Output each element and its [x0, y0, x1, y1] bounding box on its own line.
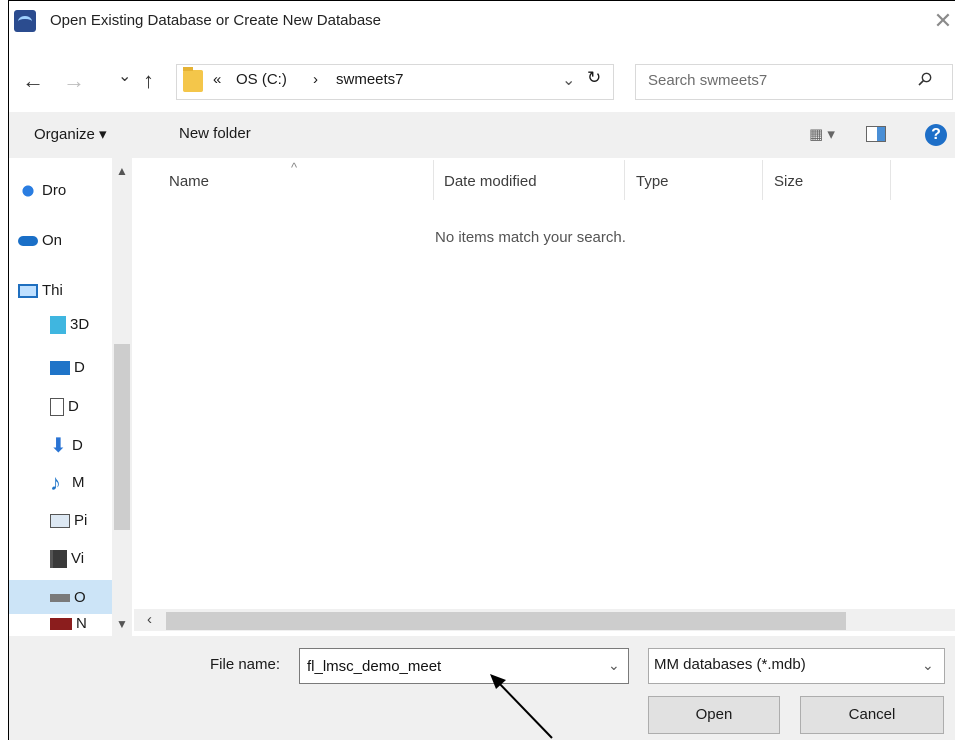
sidebar-item-downloads[interactable]: ⬇ D	[50, 431, 112, 461]
window-title: Open Existing Database or Create New Dat…	[50, 12, 382, 29]
back-arrow-icon[interactable]: ←	[22, 70, 44, 92]
desktop-icon	[50, 361, 70, 376]
sidebar-item-sd-card[interactable]: N	[50, 614, 112, 634]
cancel-button[interactable]: Cancel	[800, 696, 944, 734]
breadcrumb-os-c[interactable]: OS (C:)	[236, 71, 287, 88]
pictures-icon	[50, 514, 70, 529]
sidebar-item-pictures[interactable]: Pi	[50, 506, 112, 536]
sidebar-item-label: D	[68, 398, 79, 415]
app-icon	[14, 10, 36, 32]
sidebar-item-os-drive[interactable]: O	[50, 583, 112, 613]
file-name-label: File name:	[210, 656, 281, 673]
drive-icon	[50, 594, 70, 603]
sidebar-item-label: D	[72, 437, 83, 454]
file-name-dropdown-icon[interactable]: ⌄	[608, 657, 620, 674]
documents-icon	[50, 398, 64, 417]
breadcrumb-separator: ›	[313, 71, 318, 88]
sidebar-item-this-pc[interactable]: Thi	[18, 276, 118, 306]
search-placeholder: Search swmeets7	[648, 72, 768, 89]
dropbox-icon	[18, 182, 38, 201]
file-name-value[interactable]: fl_lmsc_demo_meet	[307, 658, 441, 675]
scroll-left-icon[interactable]: ‹	[147, 611, 152, 628]
sidebar-item-videos[interactable]: Vi	[50, 544, 112, 574]
sidebar-item-documents[interactable]: D	[50, 392, 112, 422]
column-divider[interactable]	[762, 160, 763, 200]
column-divider[interactable]	[624, 160, 625, 200]
refresh-icon[interactable]: ↻	[587, 68, 601, 88]
breadcrumb-swmeets7[interactable]: swmeets7	[336, 71, 404, 88]
sidebar-item-label: 3D	[70, 316, 90, 333]
sort-ascending-icon: ^	[291, 160, 298, 175]
sidebar-item-desktop[interactable]: D	[50, 353, 112, 383]
sd-card-icon	[50, 618, 72, 631]
sidebar-item-label: Thi	[42, 282, 63, 299]
column-header-size[interactable]: Size	[774, 173, 803, 190]
empty-list-message: No items match your search.	[435, 229, 626, 246]
sidebar-item-music[interactable]: ♪ M	[50, 468, 112, 498]
new-folder-button[interactable]: New folder	[179, 125, 251, 142]
onedrive-icon	[18, 236, 38, 247]
sidebar-item-label: D	[74, 359, 85, 376]
navigation-scroll-thumb[interactable]	[114, 344, 130, 530]
change-view-button[interactable]: ▦ ▾	[809, 125, 835, 143]
column-header-name[interactable]: Name	[169, 173, 209, 190]
preview-pane-icon[interactable]	[866, 126, 886, 142]
downloads-icon: ⬇	[50, 435, 67, 458]
open-button[interactable]: Open	[648, 696, 780, 734]
sidebar-item-label: O	[74, 589, 86, 606]
search-icon[interactable]	[918, 72, 932, 86]
help-icon[interactable]: ?	[925, 124, 947, 146]
sidebar-item-onedrive[interactable]: On	[18, 226, 118, 256]
breadcrumb-overflow[interactable]: «	[213, 71, 221, 88]
horizontal-scroll-thumb[interactable]	[166, 612, 846, 630]
music-icon: ♪	[50, 470, 61, 496]
column-divider[interactable]	[433, 160, 434, 200]
scroll-up-icon[interactable]: ▲	[116, 164, 128, 178]
sidebar-item-dropbox[interactable]: Dro	[18, 176, 118, 206]
column-header-type[interactable]: Type	[636, 173, 669, 190]
up-folder-icon[interactable]: ↑	[143, 70, 154, 92]
column-divider[interactable]	[890, 160, 891, 200]
sidebar-item-label: On	[42, 232, 63, 249]
scroll-down-icon[interactable]: ▼	[116, 617, 128, 631]
forward-arrow-icon[interactable]: →	[63, 70, 85, 92]
3d-objects-icon	[50, 316, 66, 335]
column-header-date-modified[interactable]: Date modified	[444, 173, 537, 190]
address-dropdown-icon[interactable]: ⌄	[562, 70, 575, 90]
this-pc-icon	[18, 284, 38, 299]
folder-icon	[183, 67, 203, 92]
organize-menu-button[interactable]: Organize ▾	[34, 125, 107, 143]
sidebar-item-label: Vi	[71, 550, 85, 567]
file-type-dropdown-icon[interactable]: ⌄	[922, 657, 934, 674]
close-icon[interactable]: ✕	[930, 4, 955, 38]
sidebar-item-label: Dro	[42, 182, 67, 199]
annotation-arrow	[490, 674, 553, 739]
file-type-filter-value: MM databases (*.mdb)	[654, 656, 806, 673]
recent-locations-chevron-icon[interactable]: ⌄	[118, 66, 131, 88]
sidebar-item-3d-objects[interactable]: 3D	[50, 310, 112, 340]
sidebar-item-label: N	[76, 615, 87, 632]
videos-icon	[50, 550, 67, 569]
sidebar-item-label: M	[72, 474, 85, 491]
sidebar-item-label: Pi	[74, 512, 88, 529]
